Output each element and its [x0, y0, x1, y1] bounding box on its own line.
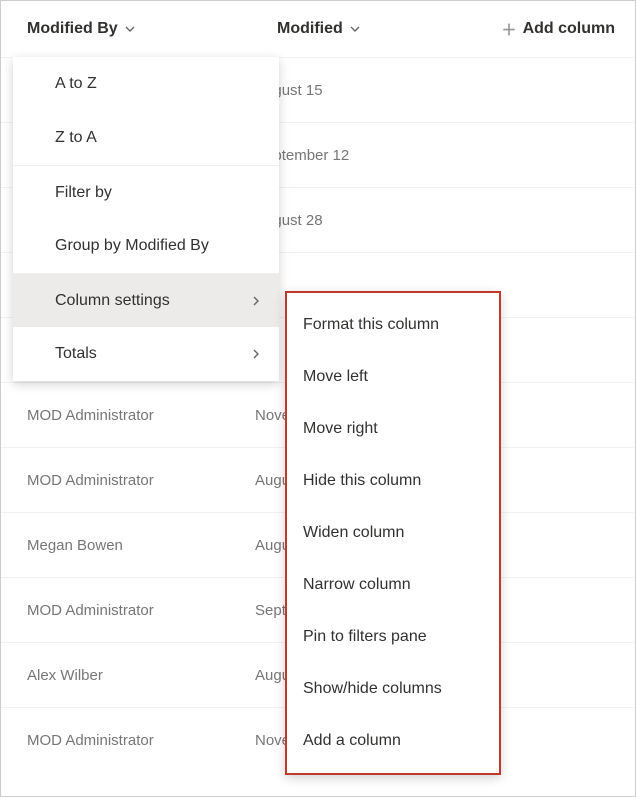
column-header-label: Modified By	[27, 20, 118, 38]
plus-icon: ＋	[502, 19, 517, 40]
cell-modified: August 15	[251, 82, 451, 99]
cell-modified: September 12	[251, 147, 451, 164]
menu-item-label: Filter by	[55, 184, 112, 202]
menu-item-label: Pin to filters pane	[303, 628, 427, 646]
cell-modified-by: MOD Administrator	[1, 472, 251, 489]
menu-item-group-by[interactable]: Group by Modified By	[13, 219, 279, 273]
submenu-item-format-column[interactable]: Format this column	[287, 299, 499, 351]
submenu-item-narrow-column[interactable]: Narrow column	[287, 559, 499, 611]
menu-item-label: Widen column	[303, 524, 404, 542]
add-column-button[interactable]: ＋ Add column	[502, 19, 635, 40]
submenu-item-widen-column[interactable]: Widen column	[287, 507, 499, 559]
menu-item-label: Hide this column	[303, 472, 421, 490]
chevron-down-icon	[124, 23, 136, 35]
menu-item-label: Show/hide columns	[303, 680, 442, 698]
submenu-item-hide-column[interactable]: Hide this column	[287, 455, 499, 507]
menu-item-label: Format this column	[303, 316, 439, 334]
column-header-modified[interactable]: Modified	[251, 20, 451, 38]
menu-item-label: Column settings	[55, 292, 170, 310]
menu-item-z-to-a[interactable]: Z to A	[13, 111, 279, 165]
column-header-row: Modified By Modified ＋ Add column	[1, 1, 635, 57]
submenu-item-show-hide-columns[interactable]: Show/hide columns	[287, 663, 499, 715]
column-context-menu: A to Z Z to A Filter by Group by Modifie…	[13, 57, 279, 381]
menu-item-filter-by[interactable]: Filter by	[13, 165, 279, 219]
submenu-item-move-left[interactable]: Move left	[287, 351, 499, 403]
chevron-right-icon	[251, 348, 261, 360]
menu-item-label: Z to A	[55, 129, 97, 147]
column-header-modified-by[interactable]: Modified By	[1, 20, 251, 38]
cell-modified-by: MOD Administrator	[1, 602, 251, 619]
cell-modified-by: Alex Wilber	[1, 667, 251, 684]
column-header-label: Modified	[277, 20, 343, 38]
cell-modified-by: Megan Bowen	[1, 537, 251, 554]
menu-item-totals[interactable]: Totals	[13, 327, 279, 381]
menu-item-label: Move right	[303, 420, 378, 438]
menu-item-label: Narrow column	[303, 576, 411, 594]
cell-modified: August 28	[251, 212, 451, 229]
cell-modified-by: MOD Administrator	[1, 732, 251, 749]
menu-item-label: Move left	[303, 368, 368, 386]
menu-item-a-to-z[interactable]: A to Z	[13, 57, 279, 111]
submenu-item-move-right[interactable]: Move right	[287, 403, 499, 455]
menu-item-column-settings[interactable]: Column settings	[13, 273, 279, 327]
menu-item-label: Totals	[55, 345, 97, 363]
menu-item-label: Group by Modified By	[55, 237, 209, 255]
menu-item-label: A to Z	[55, 75, 97, 93]
menu-item-label: Add a column	[303, 732, 401, 750]
column-settings-submenu: Format this column Move left Move right …	[285, 291, 501, 775]
chevron-down-icon	[349, 23, 361, 35]
cell-modified-by: MOD Administrator	[1, 407, 251, 424]
submenu-item-pin-filters[interactable]: Pin to filters pane	[287, 611, 499, 663]
submenu-item-add-column[interactable]: Add a column	[287, 715, 499, 767]
chevron-right-icon	[251, 295, 261, 307]
add-column-label: Add column	[523, 20, 615, 38]
